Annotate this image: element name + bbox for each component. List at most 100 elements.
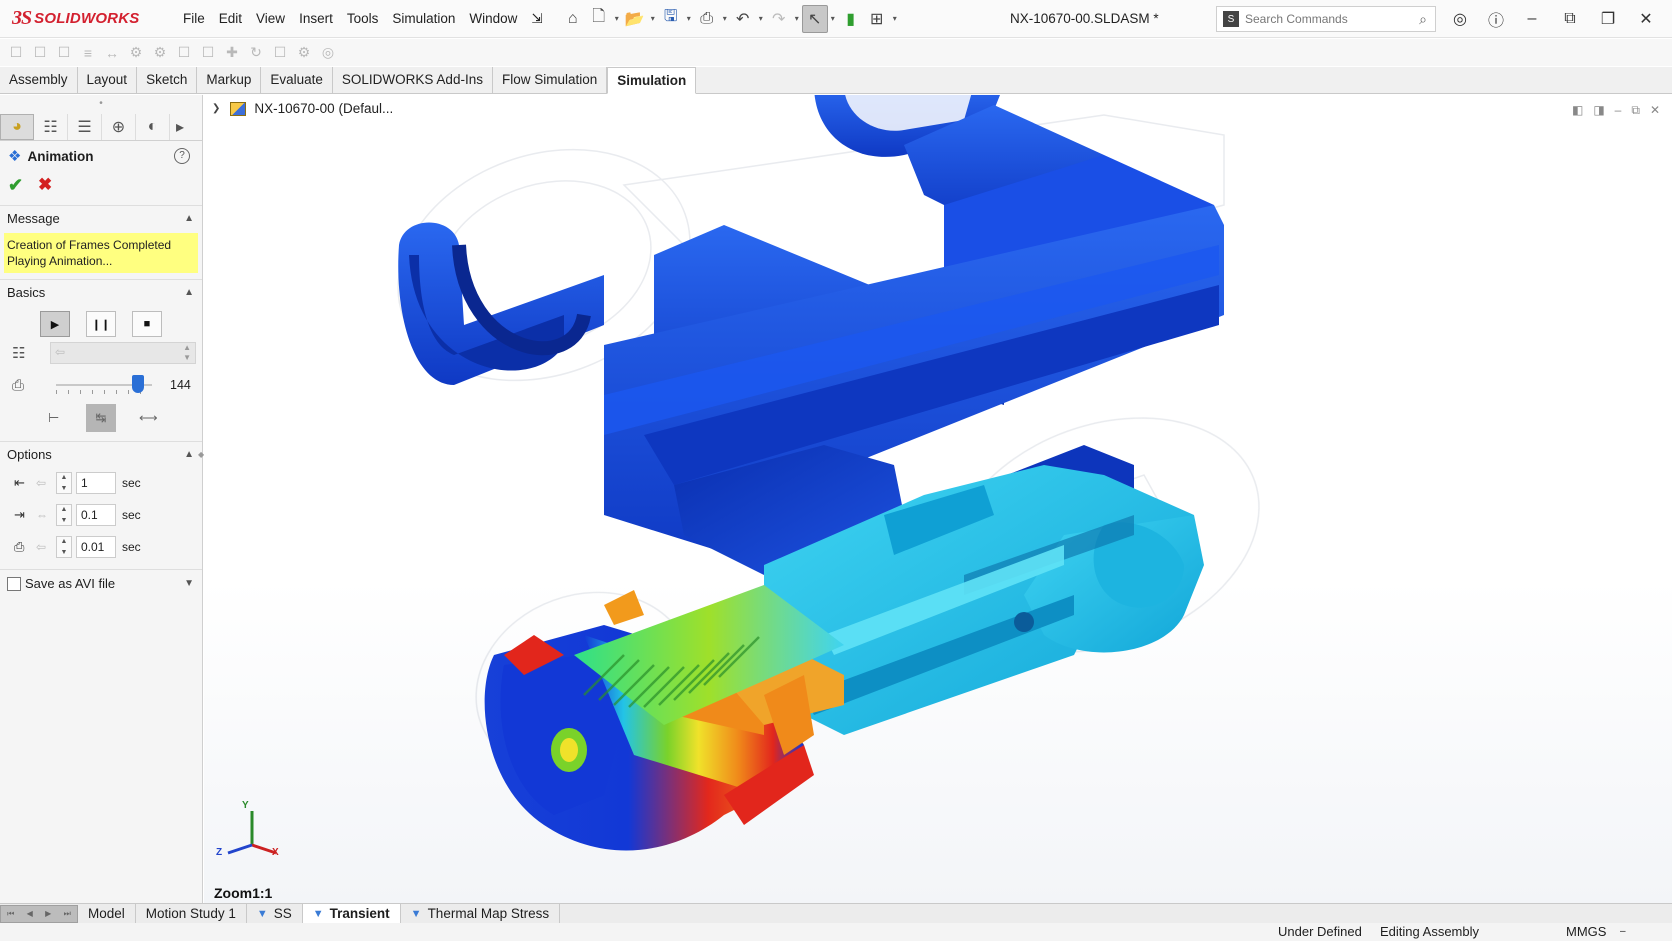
tab-transient[interactable]: ▼ Transient [302,903,401,924]
tab-featuremanager-icon[interactable]: ◕ [0,113,34,140]
new-document-icon[interactable]: 🗋 [586,5,612,33]
collapse-chevron-icon[interactable]: ▲ [184,213,194,224]
user-account-icon[interactable]: ◎ [1442,0,1478,38]
new-dropdown-icon[interactable]: ▾ [612,14,622,23]
open-folder-icon[interactable]: 📂 [622,5,648,33]
vp-restore-icon[interactable]: ⧉ [1631,103,1640,118]
units-selector[interactable]: MMGS [1566,923,1606,941]
tree-node-label[interactable]: NX-10670-00 (Defaul... [254,101,393,116]
vp-minimize-icon[interactable]: – [1615,103,1622,118]
prev-tab-icon[interactable]: ◀ [27,909,33,918]
search-input[interactable]: Search Commands [1245,12,1419,26]
message-group-header[interactable]: Message ▲ [0,205,202,231]
tool-icon-4[interactable]: ≡ [78,43,98,63]
tab-simulation[interactable]: Simulation [607,67,697,94]
tab-assembly[interactable]: Assembly [0,67,78,93]
first-tab-icon[interactable]: ⏮ [7,909,14,919]
home-icon[interactable]: ⌂ [560,5,586,33]
tab-model[interactable]: Model [78,903,136,924]
open-dropdown-icon[interactable]: ▾ [648,14,658,23]
search-icon[interactable]: ⌕ [1419,11,1427,28]
reciprocate-icon[interactable]: ⟷ [133,404,163,432]
ok-check-icon[interactable]: ✔ [8,175,38,196]
tab-sketch[interactable]: Sketch [137,67,198,93]
options-dropdown-icon[interactable]: ▾ [890,14,900,23]
option-input-1[interactable]: 1 [76,472,116,494]
menu-file[interactable]: File [176,0,212,38]
menu-view[interactable]: View [249,0,292,38]
minimize-icon[interactable]: – [1514,0,1550,38]
stop-button[interactable]: ■ [132,311,162,337]
cancel-x-icon[interactable]: ✖ [38,175,52,195]
redo-icon[interactable]: ↷ [766,5,792,33]
tab-flow-simulation[interactable]: Flow Simulation [493,67,608,93]
pin-icon[interactable]: ⇲ [524,0,549,38]
collapse-chevron-icon[interactable]: ▲ [184,287,194,298]
restore-window-icon[interactable]: ❐ [1590,0,1626,38]
undo-dropdown-icon[interactable]: ▾ [756,14,766,23]
restore-panel-icon[interactable]: ⧉ [1552,0,1588,38]
print-dropdown-icon[interactable]: ▾ [720,14,730,23]
options-grid-icon[interactable]: ⊞ [864,5,890,33]
tab-dimxpert-icon[interactable]: ⊕ [102,113,136,140]
close-icon[interactable]: ✕ [1628,0,1664,38]
chevron-down-icon[interactable]: ❯ [212,103,220,114]
tile-left-icon[interactable]: ◧ [1572,103,1583,118]
tool-icon-5[interactable]: ↔ [102,43,122,63]
tool-icon-8[interactable]: ☐ [174,43,194,63]
vp-close-icon[interactable]: ✕ [1650,103,1660,118]
tool-icon-2[interactable]: ☐ [30,43,50,63]
tile-right-icon[interactable]: ◨ [1593,103,1604,118]
redo-dropdown-icon[interactable]: ▾ [792,14,802,23]
option-input-2[interactable]: 0.1 [76,504,116,526]
tab-configuration-icon[interactable]: ☰ [68,113,102,140]
pause-button[interactable]: ❙❙ [86,311,116,337]
tool-icon-3[interactable]: ☐ [54,43,74,63]
help-icon[interactable]: ? [174,148,190,164]
tool-icon-7[interactable]: ⚙ [150,43,170,63]
tab-propertymanager-icon[interactable]: ☷ [34,113,68,140]
search-commands-box[interactable]: S Search Commands ⌕ [1216,6,1436,32]
menu-window[interactable]: Window [462,0,524,38]
tab-addins[interactable]: SOLIDWORKS Add-Ins [333,67,493,93]
spin-arrows-icon[interactable]: ▲ ▼ [56,536,72,558]
tool-icon-11[interactable]: ↻ [246,43,266,63]
play-button[interactable]: ▶ [40,311,70,337]
tab-ss[interactable]: ▼ SS [247,903,303,924]
tab-motion-study-1[interactable]: Motion Study 1 [136,903,247,924]
save-avi-label[interactable]: Save as AVI file [25,576,184,591]
tool-icon-6[interactable]: ⚙ [126,43,146,63]
loop-icon[interactable]: ↹ [85,404,116,432]
tab-layout[interactable]: Layout [78,67,138,93]
print-icon[interactable]: ⎙ [694,5,720,33]
tabs-scroll-right-icon[interactable]: ▸ [170,114,190,140]
slider-thumb[interactable] [131,375,144,393]
spin-arrows-icon[interactable]: ▲ ▼ [56,472,72,494]
next-tab-icon[interactable]: ▶ [45,909,51,918]
tab-evaluate[interactable]: Evaluate [261,67,333,93]
search-source-icon[interactable]: S [1223,11,1239,27]
tab-display-icon[interactable]: ◐ [136,113,170,140]
assembly-model-render[interactable] [204,95,1672,903]
feature-tree-flyout[interactable]: ❯ NX-10670-00 (Defaul... [212,101,393,116]
collapse-chevron-icon[interactable]: ▲ [184,449,194,460]
help-icon[interactable]: ⓘ [1478,0,1514,38]
first-frame-icon[interactable]: ⊢ [39,404,69,432]
basics-group-header[interactable]: Basics ▲ [0,279,202,305]
solidworks-logo[interactable]: 3S SOLIDWORKS [12,7,162,30]
tool-icon-1[interactable]: ☐ [6,43,26,63]
save-avi-checkbox[interactable] [7,576,21,591]
menu-simulation[interactable]: Simulation [385,0,462,38]
select-cursor-icon[interactable]: ↖ [801,4,828,33]
tool-icon-10[interactable]: ✚ [222,43,242,63]
option-input-3[interactable]: 0.01 [76,536,116,558]
save-dropdown-icon[interactable]: ▾ [684,14,694,23]
menu-edit[interactable]: Edit [212,0,249,38]
last-tab-icon[interactable]: ⏭ [64,909,71,919]
tab-thermal-map-stress[interactable]: ▼ Thermal Map Stress [401,903,561,924]
options-group-header[interactable]: Options ▲ [0,441,202,467]
tool-icon-13[interactable]: ⚙ [294,43,314,63]
expand-chevron-icon[interactable]: ▼ [184,578,194,589]
tool-icon-9[interactable]: ☐ [198,43,218,63]
menu-tools[interactable]: Tools [340,0,386,38]
